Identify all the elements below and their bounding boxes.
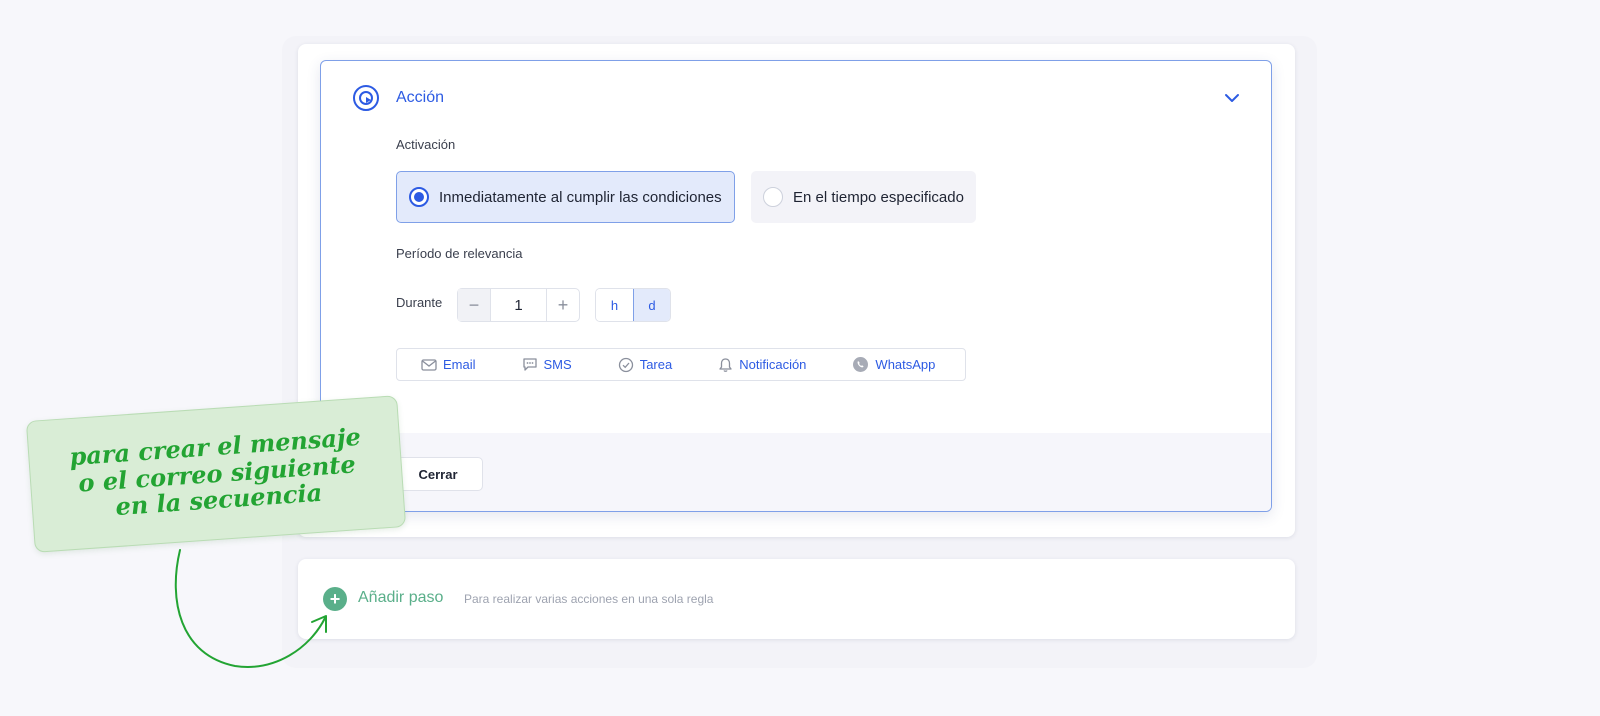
channel-bar: Email SMS Tarea Notificación WhatsApp [396,348,966,381]
unit-toggle: h d [595,288,671,322]
activation-label: Activación [396,137,456,152]
annotation-text: para crear el mensaje o el correo siguie… [40,396,394,552]
channel-notification-button[interactable]: Notificación [718,357,806,373]
radio-label: Inmediatamente al cumplir las condicione… [439,188,722,206]
channel-label: Email [443,357,476,372]
close-button[interactable]: Cerrar [393,457,483,491]
unit-days-button[interactable]: d [633,289,670,321]
radio-immediate[interactable]: Inmediatamente al cumplir las condicione… [396,171,735,223]
during-label: Durante [396,295,443,310]
channel-email-button[interactable]: Email [421,357,476,372]
chevron-down-icon[interactable] [1223,89,1241,107]
curved-arrow-icon [174,549,327,668]
panel-title: Acción [396,89,445,106]
decrement-button[interactable]: − [458,289,491,321]
channel-label: WhatsApp [875,357,936,372]
action-panel: Acción Activación Inmediatamente al cump… [320,60,1272,512]
quantity-value[interactable]: 1 [491,289,546,321]
channel-label: SMS [543,357,572,372]
chat-icon [522,358,537,371]
channel-sms-button[interactable]: SMS [522,357,572,372]
quantity-stepper: − 1 + [457,288,580,322]
mail-icon [421,358,437,371]
radio-circle-unchecked[interactable] [763,187,783,207]
radio-circle-checked[interactable] [409,187,429,207]
channel-task-button[interactable]: Tarea [618,357,673,373]
add-step-title[interactable]: Añadir paso [358,589,443,607]
play-circle-icon [353,85,379,111]
increment-button[interactable]: + [546,289,579,321]
channel-label: Tarea [639,357,673,372]
add-step-card[interactable]: + Añadir paso Para realizar varias accio… [298,559,1295,639]
channel-whatsapp-button[interactable]: WhatsApp [852,356,935,373]
channel-label: Notificación [739,357,807,372]
relevance-label: Período de relevancia [396,246,523,261]
radio-scheduled[interactable]: En el tiempo especificado [751,171,976,223]
radio-label: En el tiempo especificado [793,188,964,206]
unit-hours-button[interactable]: h [596,289,633,321]
whatsapp-icon [853,357,869,372]
check-circle-icon [618,357,633,372]
add-step-description: Para realizar varias acciones en una sol… [464,592,714,606]
bell-icon [719,357,732,372]
